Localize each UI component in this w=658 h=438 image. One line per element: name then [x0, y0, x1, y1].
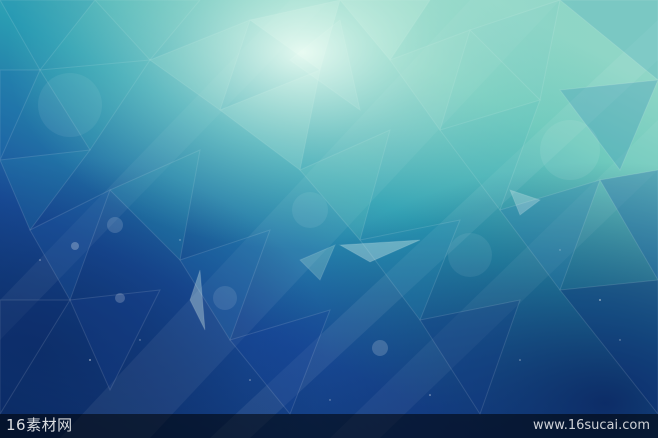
abstract-background: 16素材网 www.16sucai.com	[0, 0, 658, 438]
watermark-url: www.16sucai.com	[532, 418, 650, 433]
polygon-background-art	[0, 0, 658, 438]
watermark-bar: 16素材网 www.16sucai.com	[0, 414, 658, 438]
watermark-site-name: 16素材网	[6, 416, 73, 434]
